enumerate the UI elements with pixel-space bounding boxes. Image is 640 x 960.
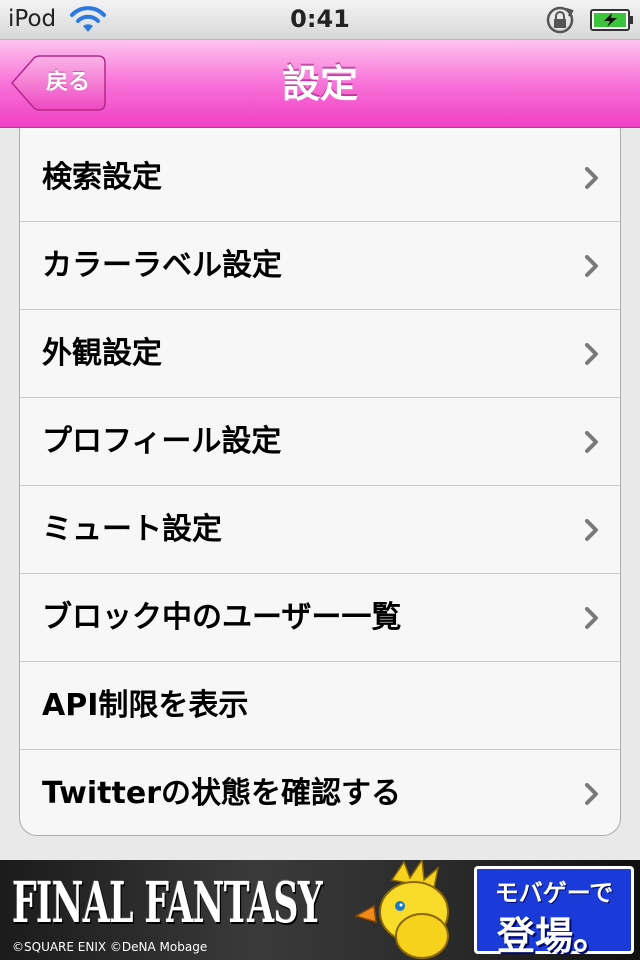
settings-row-color-label[interactable]: カラーラベル設定 xyxy=(20,222,620,310)
ad-tagline-bottom: 登場。 xyxy=(496,914,611,958)
chevron-right-icon xyxy=(585,167,598,189)
chevron-right-icon xyxy=(585,783,598,805)
back-button[interactable]: 戻る xyxy=(10,55,106,111)
settings-row-mute[interactable]: ミュート設定 xyxy=(20,486,620,574)
navigation-bar: 戻る 設定 xyxy=(0,40,640,128)
battery-charging-icon xyxy=(590,9,633,31)
chocobo-mascot-icon xyxy=(354,860,449,959)
settings-row-label: ブロック中のユーザー一覧 xyxy=(42,600,402,635)
ad-copyright: ©SQUARE ENIX ©DeNA Mobage xyxy=(12,940,208,954)
chevron-right-icon xyxy=(585,343,598,365)
settings-row-profile[interactable]: プロフィール設定 xyxy=(20,398,620,486)
wifi-icon xyxy=(70,6,106,32)
ad-wordmark: FINAL FANTASY xyxy=(12,870,323,936)
chevron-right-icon xyxy=(585,255,598,277)
ad-banner[interactable]: FINAL FANTASY ©SQUARE ENIX ©DeNA Mobage … xyxy=(0,860,640,960)
carrier-label: iPod xyxy=(8,6,57,32)
chevron-right-icon xyxy=(585,607,598,629)
orientation-lock-icon xyxy=(546,6,574,34)
settings-row-label: 検索設定 xyxy=(42,160,162,195)
settings-row-label: API制限を表示 xyxy=(42,688,249,723)
back-button-label: 戻る xyxy=(45,70,90,95)
settings-row-api-limit[interactable]: API制限を表示 xyxy=(20,662,620,750)
settings-row-appearance[interactable]: 外観設定 xyxy=(20,310,620,398)
ad-tagline-top: モバゲーで xyxy=(494,879,614,907)
settings-row-search[interactable]: 検索設定 xyxy=(20,134,620,222)
settings-row-blocked-users[interactable]: ブロック中のユーザー一覧 xyxy=(20,574,620,662)
settings-row-label: ミュート設定 xyxy=(42,512,222,547)
settings-row-label: カラーラベル設定 xyxy=(42,248,282,283)
ad-tagline-box: モバゲーで 登場。 xyxy=(474,866,634,958)
settings-row-label: Twitterの状態を確認する xyxy=(42,776,401,811)
settings-row-label: プロフィール設定 xyxy=(42,424,282,459)
settings-list: 検索設定 カラーラベル設定 外観設定 プロフィール設定 ミュート設定 ブロック中… xyxy=(19,128,621,836)
status-bar: iPod 0:41 xyxy=(0,0,640,40)
settings-row-twitter-status[interactable]: Twitterの状態を確認する xyxy=(20,750,620,835)
chevron-right-icon xyxy=(585,431,598,453)
chevron-right-icon xyxy=(585,519,598,541)
page-title: 設定 xyxy=(281,62,358,106)
settings-row-label: 外観設定 xyxy=(42,336,162,371)
